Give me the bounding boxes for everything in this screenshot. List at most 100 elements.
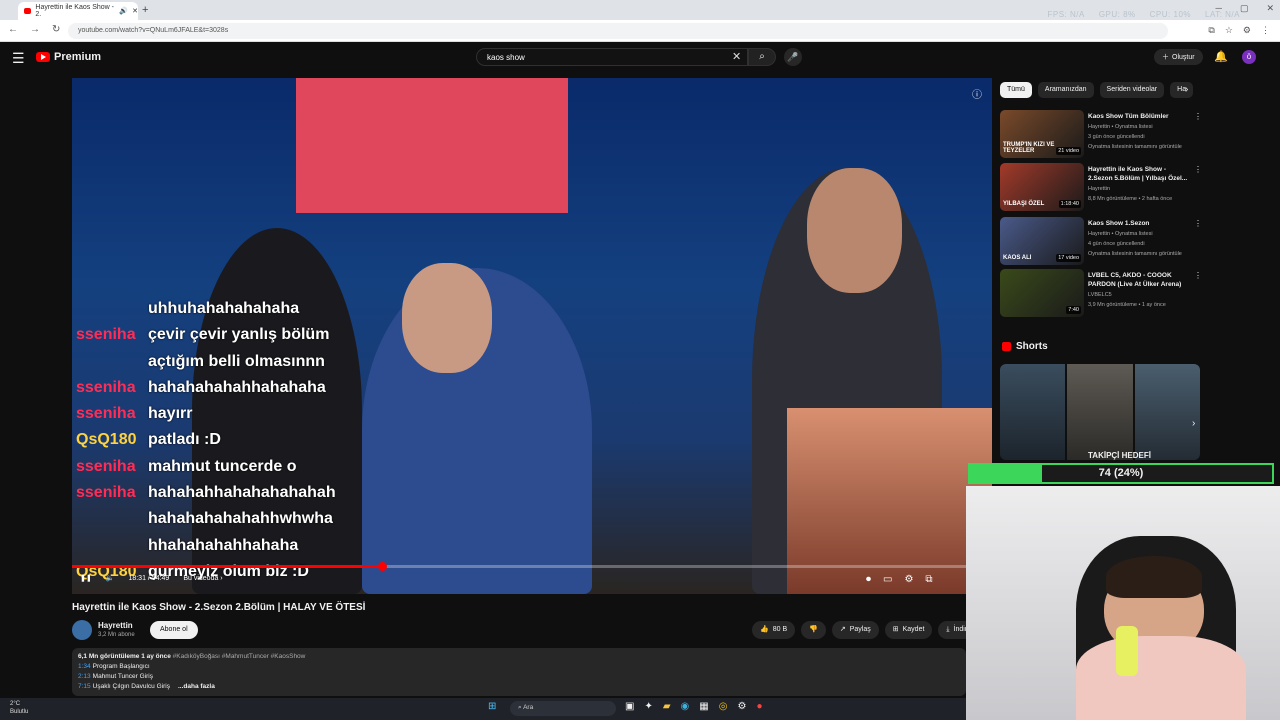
video-thumbnail[interactable]: 7:40 bbox=[1000, 269, 1084, 317]
more-options-icon[interactable]: ⋮ bbox=[1194, 112, 1202, 121]
chevron-right-icon[interactable]: › bbox=[1185, 84, 1188, 95]
more-options-icon[interactable]: ⋮ bbox=[1194, 165, 1202, 174]
miniplayer-icon[interactable]: ⧉ bbox=[925, 574, 932, 585]
chapter-item[interactable]: 7:15 Uşaklı Çılgın Davulcu Giriş ...daha f… bbox=[78, 682, 960, 692]
recommended-title[interactable]: Kaos Show Tüm Bölümler bbox=[1088, 112, 1192, 121]
extensions-icon[interactable]: ⚙ bbox=[1243, 25, 1251, 36]
maximize-icon[interactable]: ▢ bbox=[1240, 3, 1249, 14]
new-tab-button[interactable]: + bbox=[142, 4, 148, 16]
browser-tab[interactable]: Hayrettin ile Kaos Show - 2. 🔊 ✕ bbox=[18, 2, 138, 20]
chat-text: açtığım belli olmasınnn bbox=[148, 352, 325, 370]
recommended-channel[interactable]: Hayrettin • Oynatma listesi bbox=[1088, 122, 1200, 132]
search-button[interactable]: ⌕ bbox=[748, 48, 776, 66]
recommended-extra[interactable]: Oynatma listesinin tamamını görüntüle bbox=[1088, 249, 1200, 259]
chrome-icon[interactable]: ◎ bbox=[719, 701, 728, 712]
back-icon[interactable]: ← bbox=[8, 24, 18, 35]
save-button[interactable]: ⊞ Kaydet bbox=[884, 621, 933, 639]
recommended-title[interactable]: LVBEL C5, AKDO - COOOK PARDON (Live At Ü… bbox=[1088, 271, 1192, 289]
speaker-icon[interactable]: 🔊 bbox=[119, 7, 128, 15]
chapter-timestamp[interactable]: 1:34 bbox=[78, 663, 91, 670]
video-thumbnail[interactable]: KAOS ALI 17 video bbox=[1000, 217, 1084, 265]
taskbar-search-label: Ara bbox=[523, 704, 534, 711]
recommended-channel[interactable]: Hayrettin bbox=[1088, 184, 1200, 194]
progress-scrubber[interactable] bbox=[378, 562, 388, 571]
channel-avatar[interactable] bbox=[72, 620, 92, 640]
store-icon[interactable]: ▦ bbox=[699, 701, 708, 712]
browser-menu-icon[interactable]: ⋮ bbox=[1261, 25, 1270, 36]
task-view-icon[interactable]: ▣ bbox=[625, 701, 634, 712]
filter-chip[interactable]: Aramanızdan bbox=[1037, 82, 1094, 98]
show-more-link[interactable]: ...daha fazla bbox=[178, 683, 215, 690]
short-thumbnail[interactable] bbox=[1067, 364, 1133, 460]
search-input[interactable]: kaos show bbox=[476, 48, 748, 66]
more-options-icon[interactable]: ⋮ bbox=[1194, 219, 1202, 228]
dislike-button[interactable]: 👎 bbox=[801, 621, 826, 639]
file-explorer-icon[interactable]: ▰ bbox=[663, 701, 671, 712]
filter-chip[interactable]: Ha bbox=[1170, 82, 1194, 98]
volume-icon[interactable]: 🔈 bbox=[106, 574, 115, 582]
account-avatar[interactable]: ö bbox=[1242, 50, 1256, 64]
shorts-shelf[interactable] bbox=[1000, 364, 1200, 460]
settings-gear-icon[interactable]: ⚙ bbox=[904, 574, 913, 585]
chat-message: uhhuhahahahahaha bbox=[76, 296, 396, 322]
recommended-channel[interactable]: LVBELC5 bbox=[1088, 290, 1200, 300]
voice-search-icon[interactable]: 🎤 bbox=[784, 48, 802, 66]
recommended-video[interactable]: 7:40 LVBEL C5, AKDO - COOOK PARDON (Live … bbox=[1000, 269, 1202, 319]
recommended-video[interactable]: TRUMP'IN KIZI VE TEYZELER 21 video Kaos Sh… bbox=[1000, 110, 1202, 160]
video-thumbnail[interactable]: YILBAŞI ÖZEL 1:18:40 bbox=[1000, 163, 1084, 211]
short-thumbnail[interactable] bbox=[1134, 364, 1200, 460]
chapter-item[interactable]: 1:34 Program Başlangıcı bbox=[78, 662, 960, 672]
clear-search-icon[interactable]: ✕ bbox=[732, 50, 741, 63]
chapter-timestamp[interactable]: 7:15 bbox=[78, 683, 91, 690]
filter-chip[interactable]: Tümü bbox=[1000, 82, 1032, 98]
steam-icon[interactable]: ⚙ bbox=[737, 701, 746, 712]
filter-chip[interactable]: Seriden videolar bbox=[1099, 82, 1165, 98]
chat-text: çevir çevir yanlış bölüm bbox=[148, 326, 330, 344]
channel-name[interactable]: Hayrettin bbox=[98, 621, 133, 630]
description-box[interactable]: 6,1 Mn görüntüleme 1 ay önce #KadıköyBoğ… bbox=[72, 648, 966, 696]
chat-username bbox=[76, 533, 148, 559]
recommended-title[interactable]: Kaos Show 1.Sezon bbox=[1088, 219, 1192, 228]
description-tags[interactable]: #KadıköyBoğası #MahmutTuncer #KaosShow bbox=[173, 653, 306, 660]
info-icon[interactable]: ⓘ bbox=[972, 86, 982, 101]
install-icon[interactable]: ⧉ bbox=[1208, 25, 1214, 36]
taskbar-search[interactable]: ⌕ Ara bbox=[510, 701, 616, 716]
subtitles-icon[interactable]: ▭ bbox=[883, 574, 892, 585]
chapter-item[interactable]: 2:13 Mahmut Tuncer Giriş bbox=[78, 672, 960, 682]
edge-icon[interactable]: ◉ bbox=[681, 701, 690, 712]
minimize-icon[interactable]: ─ bbox=[1216, 3, 1222, 14]
weather-widget[interactable]: 2°C Bulutlu bbox=[10, 700, 28, 716]
like-button[interactable]: 👍 80 B bbox=[752, 621, 796, 639]
create-button[interactable]: ＋ Oluştur bbox=[1154, 49, 1203, 65]
recommended-video[interactable]: KAOS ALI 17 video Kaos Show 1.Sezon Hayrett… bbox=[1000, 217, 1202, 267]
hamburger-menu-icon[interactable]: ☰ bbox=[12, 50, 25, 67]
app-red-icon[interactable]: ● bbox=[756, 701, 762, 712]
close-tab-icon[interactable]: ✕ bbox=[132, 7, 138, 15]
recommended-channel[interactable]: Hayrettin • Oynatma listesi bbox=[1088, 229, 1200, 239]
chat-username: QsQ180 bbox=[76, 431, 137, 449]
windows-start-icon[interactable]: ⊞ bbox=[488, 701, 496, 712]
autoplay-toggle-icon[interactable]: ⏺ bbox=[866, 574, 871, 585]
recommended-video[interactable]: YILBAŞI ÖZEL 1:18:40 Hayrettin ile Kaos Sh… bbox=[1000, 163, 1202, 213]
recommended-title[interactable]: Hayrettin ile Kaos Show - 2.Sezon 5.Bölü… bbox=[1088, 165, 1192, 183]
close-window-icon[interactable]: ✕ bbox=[1266, 3, 1274, 14]
pause-icon[interactable]: ❚❚ bbox=[80, 574, 92, 582]
copilot-icon[interactable]: ✦ bbox=[644, 701, 652, 712]
forward-icon[interactable]: → bbox=[30, 24, 40, 35]
reload-icon[interactable]: ↻ bbox=[52, 24, 60, 35]
more-options-icon[interactable]: ⋮ bbox=[1194, 271, 1202, 280]
share-button[interactable]: ↗ Paylaş bbox=[831, 621, 879, 639]
youtube-logo[interactable]: Premium bbox=[36, 51, 101, 63]
video-thumbnail[interactable]: TRUMP'IN KIZI VE TEYZELER 21 video bbox=[1000, 110, 1084, 158]
chapter-label: Uşaklı Çılgın Davulcu Giriş bbox=[92, 683, 170, 690]
chapter-button[interactable]: Bu videoda › bbox=[183, 575, 222, 582]
subscribe-button[interactable]: Abone ol bbox=[150, 621, 198, 639]
notifications-bell-icon[interactable]: 🔔 bbox=[1214, 50, 1228, 63]
bookmark-star-icon[interactable]: ☆ bbox=[1225, 25, 1233, 36]
shorts-next-icon[interactable]: › bbox=[1192, 418, 1195, 429]
recommended-extra[interactable]: Oynatma listesinin tamamını görüntüle bbox=[1088, 142, 1200, 152]
chat-message: sseniha hahahahahahhahahaha bbox=[76, 375, 396, 401]
chapter-timestamp[interactable]: 2:13 bbox=[78, 673, 91, 680]
url-field[interactable]: youtube.com/watch?v=QNuLm6JFALE&t=3028s bbox=[68, 23, 1168, 39]
short-thumbnail[interactable] bbox=[1000, 364, 1066, 460]
